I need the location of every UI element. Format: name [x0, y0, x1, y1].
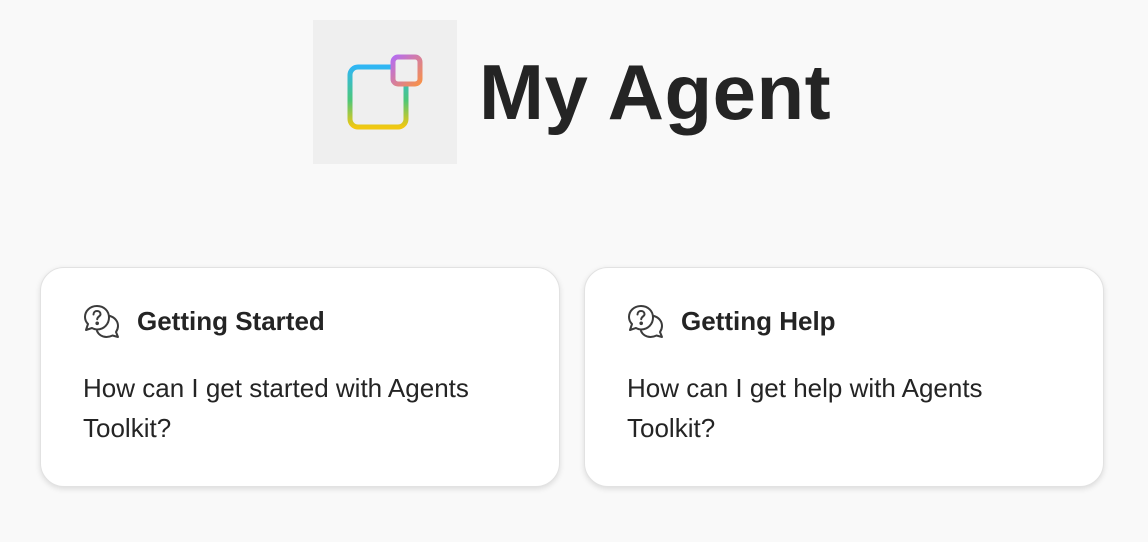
- starter-title: Getting Help: [681, 305, 836, 336]
- starter-prompt: How can I get started with Agents Toolki…: [83, 373, 469, 443]
- starter-card-getting-started[interactable]: Getting Started How can I get started wi…: [40, 267, 560, 487]
- chat-question-icon: [83, 302, 121, 340]
- starter-card-header: Getting Help: [627, 302, 1061, 340]
- agent-header: My Agent: [313, 20, 831, 164]
- starter-card-header: Getting Started: [83, 302, 517, 340]
- conversation-starters: Getting Started How can I get started wi…: [40, 267, 1104, 487]
- starter-prompt: How can I get help with Agents Toolkit?: [627, 373, 983, 443]
- starter-card-getting-help[interactable]: Getting Help How can I get help with Age…: [584, 267, 1104, 487]
- agent-app-icon: [313, 20, 457, 164]
- starter-title: Getting Started: [137, 305, 325, 336]
- agent-title: My Agent: [479, 48, 832, 136]
- chat-question-icon: [627, 302, 665, 340]
